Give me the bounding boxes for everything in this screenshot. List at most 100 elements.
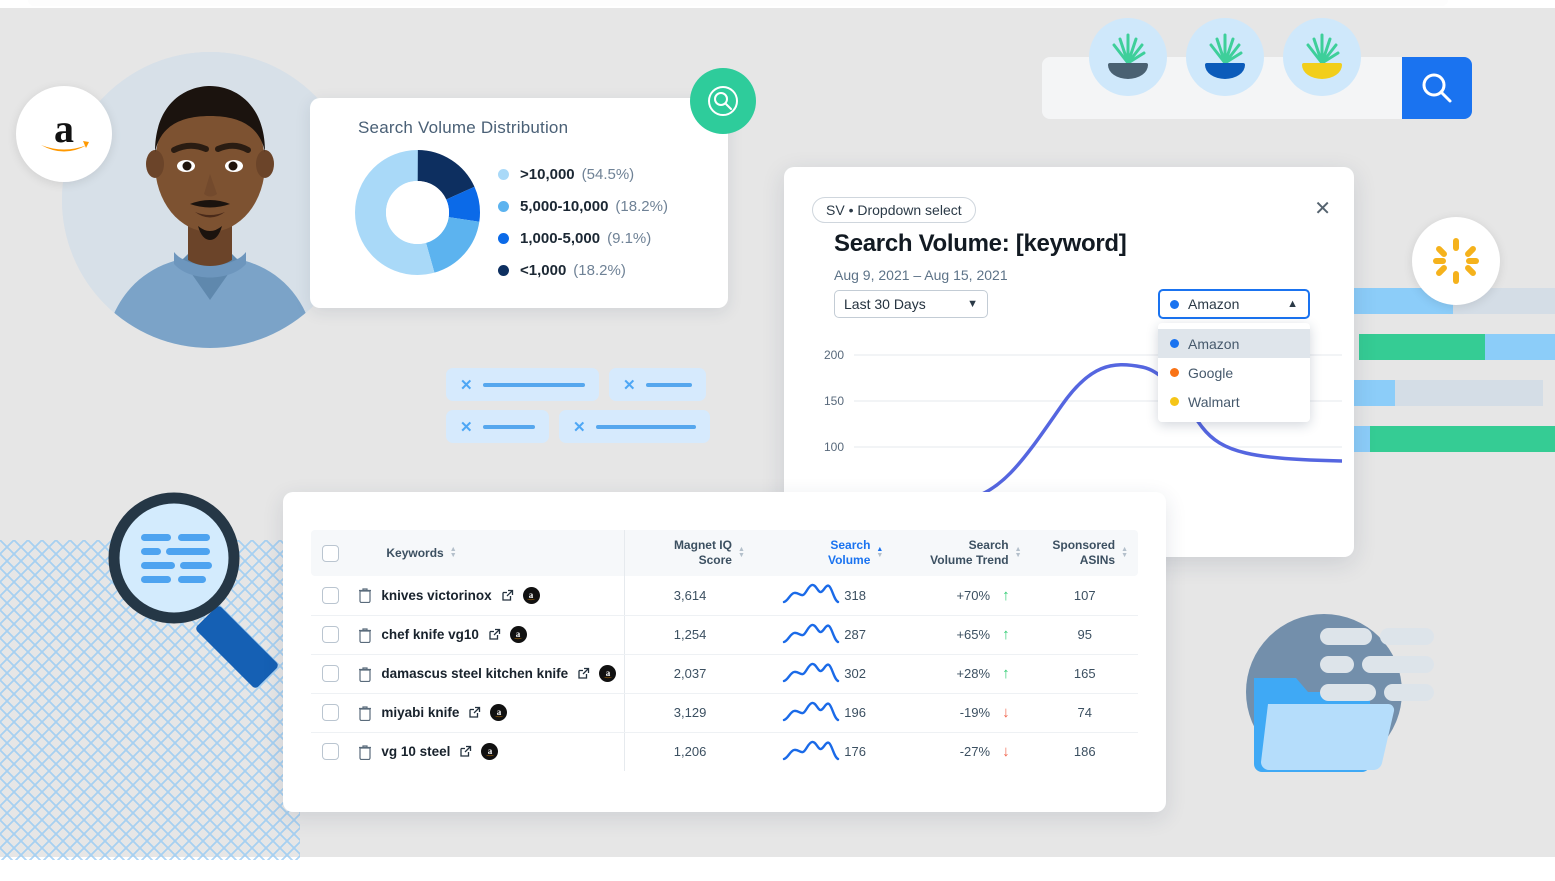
search-button[interactable] — [1402, 57, 1472, 119]
source-select-menu: Amazon Google Walmart — [1158, 323, 1310, 422]
sort-icon[interactable]: ▲ ▼ — [1121, 546, 1128, 559]
search-volume-value: 196 — [844, 705, 866, 720]
sort-icon[interactable]: ▲ ▼ — [450, 546, 457, 559]
trend-cell: -19% ↓ — [893, 693, 1032, 733]
sponsored-asins-header[interactable]: Sponsored ASINs ▲ ▼ — [1031, 530, 1138, 576]
row-select-cell — [311, 654, 351, 694]
row-checkbox[interactable] — [322, 743, 340, 761]
search-volume-distribution-card: Search Volume Distribution >10,000 (54.5… — [310, 98, 728, 308]
trash-icon[interactable] — [358, 705, 372, 721]
filter-chip[interactable]: ✕ — [446, 410, 549, 443]
source-option-label: Amazon — [1188, 335, 1240, 352]
keywords-table-card: Keywords ▲ ▼ Magnet IQ Score ▲ ▼ Search … — [283, 492, 1166, 812]
close-icon[interactable]: ✕ — [1314, 199, 1331, 219]
keyword-label: knives victorinox — [381, 587, 492, 603]
keywords-table: Keywords ▲ ▼ Magnet IQ Score ▲ ▼ Search … — [311, 530, 1138, 771]
sparkline-icon — [783, 623, 840, 643]
source-select-value: Amazon — [1188, 296, 1240, 312]
source-option-walmart[interactable]: Walmart — [1158, 387, 1310, 416]
filter-chip[interactable]: ✕ — [609, 368, 706, 401]
close-icon[interactable]: ✕ — [573, 418, 586, 436]
trend-value: +70% — [956, 587, 991, 603]
keyword-label: damascus steel kitchen knife — [381, 666, 569, 681]
trend-value: +28% — [956, 666, 991, 681]
sponsored-asins-cell: 95 — [1031, 615, 1138, 655]
arrow-up-icon: ↑ — [1002, 586, 1010, 604]
date-range-select[interactable]: Last 30 Days ▼ — [834, 290, 988, 318]
search-volume-cell: 196 — [754, 693, 894, 733]
table-row: vg 10 steel a 1,206 176 -27% ↓ 186 — [311, 732, 1138, 771]
row-select-cell — [311, 615, 351, 655]
magnet-iq-cell: 1,206 — [624, 732, 755, 771]
plant-illustration — [1302, 33, 1342, 79]
search-badge[interactable] — [690, 68, 756, 134]
table-row: miyabi knife a 3,129 196 -19% ↓ 74 — [311, 693, 1138, 733]
magnet-iq-cell: 2,037 — [624, 654, 755, 694]
amazon-badge-icon[interactable]: a — [509, 626, 527, 643]
source-dot-icon — [1170, 397, 1179, 406]
trend-cell: +65% ↑ — [893, 615, 1032, 655]
legend-label: >10,000 — [520, 165, 575, 183]
external-link-icon[interactable] — [501, 589, 514, 602]
external-link-icon[interactable] — [468, 706, 481, 719]
source-select[interactable]: Amazon ▲ — [1158, 289, 1310, 319]
close-icon[interactable]: ✕ — [623, 376, 636, 394]
trash-icon[interactable] — [358, 744, 372, 760]
trash-icon[interactable] — [358, 587, 372, 604]
sponsored-asins-cell: 165 — [1031, 654, 1138, 694]
external-link-icon[interactable] — [577, 667, 590, 680]
legend-dot-icon — [498, 264, 509, 276]
svg-text:a: a — [54, 111, 74, 151]
amazon-badge-icon[interactable]: a — [522, 586, 540, 604]
search-volume-header[interactable]: Search Volume ▲ ▼ — [754, 530, 894, 576]
trend-header-line1: Search — [968, 538, 1009, 552]
row-checkbox[interactable] — [322, 704, 340, 721]
trend-value: -19% — [959, 705, 991, 720]
source-option-amazon[interactable]: Amazon — [1158, 329, 1310, 358]
arrow-up-icon: ↑ — [1002, 665, 1010, 682]
external-link-icon[interactable] — [488, 628, 501, 641]
keywords-header[interactable]: Keywords ▲ ▼ — [350, 530, 625, 576]
search-volume-header-line1: Search — [830, 538, 871, 552]
asins-header-line2: ASINs — [1079, 553, 1116, 567]
close-icon[interactable]: ✕ — [460, 376, 473, 394]
magnet-iq-header[interactable]: Magnet IQ Score ▲ ▼ — [624, 530, 755, 576]
external-link-icon[interactable] — [459, 745, 472, 758]
select-all-checkbox[interactable] — [322, 544, 340, 562]
arrow-up-icon: ↑ — [1002, 626, 1010, 643]
filter-chip[interactable]: ✕ — [559, 410, 710, 443]
source-option-label: Walmart — [1188, 393, 1240, 410]
chevron-down-icon: ▼ — [967, 298, 978, 310]
keyword-cell: damascus steel kitchen knife a — [350, 654, 625, 694]
magnet-iq-header-line2: Score — [698, 553, 732, 567]
amazon-badge-icon[interactable]: a — [599, 665, 617, 682]
row-checkbox[interactable] — [322, 626, 340, 643]
svg-text:a: a — [488, 746, 493, 756]
decorative-bar-row — [1359, 334, 1555, 360]
magnet-iq-cell: 1,254 — [624, 615, 755, 655]
source-option-google[interactable]: Google — [1158, 358, 1310, 387]
y-tick-150: 150 — [824, 394, 844, 408]
amazon-badge-icon[interactable]: a — [490, 704, 508, 721]
trash-icon[interactable] — [358, 666, 372, 682]
close-icon[interactable]: ✕ — [460, 418, 473, 436]
trash-icon[interactable] — [358, 627, 372, 643]
filter-chip[interactable]: ✕ — [446, 368, 599, 401]
amazon-badge-icon[interactable]: a — [481, 743, 499, 761]
sort-icon[interactable]: ▲ ▼ — [1015, 546, 1022, 559]
y-tick-100: 100 — [824, 440, 844, 454]
trend-value: +65% — [956, 627, 991, 642]
magnifier-icon — [108, 492, 278, 688]
search-volume-cell: 318 — [754, 576, 894, 616]
row-checkbox[interactable] — [322, 586, 340, 604]
sparkline-icon — [783, 701, 840, 721]
sort-icon[interactable]: ▲ ▼ — [876, 546, 883, 559]
asins-header-line1: Sponsored — [1052, 538, 1116, 552]
magnet-iq-cell: 3,129 — [624, 693, 755, 733]
search-volume-value: 287 — [844, 627, 866, 642]
row-checkbox[interactable] — [322, 665, 340, 682]
search-volume-value: 302 — [844, 666, 866, 681]
sort-icon[interactable]: ▲ ▼ — [738, 546, 745, 559]
legend-dot-icon — [498, 232, 509, 244]
search-volume-trend-header[interactable]: Search Volume Trend ▲ ▼ — [893, 530, 1032, 576]
